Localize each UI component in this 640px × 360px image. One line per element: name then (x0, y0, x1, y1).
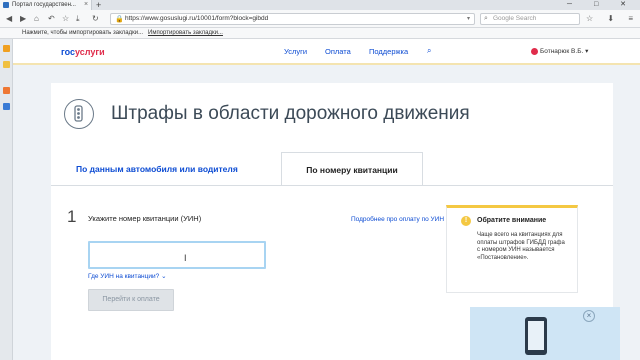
pay-info-link[interactable]: Подробнее про оплату по УИН (351, 215, 444, 225)
warning-icon: ! (461, 216, 471, 226)
tab-by-receipt[interactable]: По номеру квитанции (281, 152, 423, 186)
step-number: 1 (67, 207, 77, 226)
site-search-icon[interactable]: ⌕ (427, 46, 431, 56)
where-uin-link[interactable]: Где УИН на квитанции? ⌄ (88, 272, 167, 282)
nav-services[interactable]: Услуги (284, 47, 307, 57)
address-text: https://www.gosuslugi.ru/10001/form?bloc… (125, 15, 269, 22)
bookmarks-hint: Нажмите, чтобы импортировать закладки... (22, 30, 144, 36)
back-icon[interactable]: ◀ (6, 13, 12, 25)
proceed-payment-button[interactable]: Перейти к оплате (88, 289, 174, 311)
notice-box: ! Обратите внимание Чаще всего на квитан… (446, 205, 578, 293)
phone-icon (525, 317, 547, 355)
search-placeholder: Google Search (493, 15, 537, 22)
social-icon[interactable] (3, 103, 10, 110)
nav-payment[interactable]: Оплата (325, 47, 351, 57)
browser-tab[interactable]: Портал государствен... × (0, 0, 92, 10)
page-title: Штрафы в области дорожного движения (111, 103, 470, 124)
star-icon[interactable]: ☆ (62, 13, 69, 25)
search-icon: ⌕ (484, 15, 488, 22)
user-avatar-icon[interactable] (531, 48, 538, 55)
tab-close-icon[interactable]: × (84, 0, 88, 10)
tabs-divider (51, 185, 613, 186)
nav-support[interactable]: Поддержка (369, 47, 408, 57)
address-bar[interactable]: 🔒 https://www.gosuslugi.ru/10001/form?bl… (110, 13, 475, 25)
browser-sidebar (0, 39, 13, 360)
undo-icon[interactable]: ↶ (48, 13, 55, 25)
lock-icon: 🔒 (115, 16, 124, 23)
window-controls[interactable]: ─ □ ✕ (567, 0, 636, 10)
promo-banner[interactable]: × (470, 307, 620, 360)
new-tab-button[interactable]: + (96, 0, 101, 10)
bookmarks-bar: Нажмите, чтобы импортировать закладки...… (0, 28, 640, 39)
text-cursor-icon: I (184, 253, 187, 263)
forward-icon[interactable]: ▶ (20, 13, 26, 25)
chevron-down-icon[interactable]: ▾ (467, 14, 470, 24)
download-icon[interactable]: ⤓ (76, 13, 80, 25)
site-logo[interactable]: госуслуги (61, 46, 105, 58)
toolbar-icons[interactable]: ☆ ⬇ ≡ (586, 13, 639, 25)
traffic-light-icon (64, 99, 94, 129)
browser-tabbar: Портал государствен... × + ─ □ ✕ (0, 0, 640, 10)
rss-icon[interactable] (3, 87, 10, 94)
uin-label: Укажите номер квитанции (УИН) (88, 214, 202, 223)
user-name[interactable]: Ботнарюк В.Б. ▾ (540, 47, 588, 57)
reload-icon[interactable]: ↻ (92, 13, 99, 25)
search-field[interactable]: ⌕ Google Search (480, 13, 580, 25)
web-page: госуслуги Услуги Оплата Поддержка ⌕ Ботн… (13, 39, 640, 360)
notice-text: Чаще всего на квитанциях для оплаты штра… (477, 232, 565, 261)
site-favicon-icon (3, 2, 9, 8)
notes-panel-icon[interactable] (3, 61, 10, 68)
home-icon[interactable]: ⌂ (34, 13, 39, 25)
browser-toolbar: ◀ ▶ ⌂ ↶ ☆ ⤓ ↻ 🔒 https://www.gosuslugi.ru… (0, 10, 640, 28)
bookmarks-panel-icon[interactable] (3, 45, 10, 52)
tab-title: Портал государствен... (12, 2, 76, 8)
uin-input[interactable] (88, 241, 266, 269)
notice-title: Обратите внимание (477, 217, 547, 224)
chevron-down-icon: ⌄ (161, 273, 167, 280)
import-bookmarks-link[interactable]: Импортировать закладки... (148, 28, 223, 38)
close-icon[interactable]: × (583, 310, 595, 322)
tab-by-vehicle[interactable]: По данным автомобиля или водителя (76, 163, 238, 175)
site-header: госуслуги Услуги Оплата Поддержка ⌕ Ботн… (13, 39, 640, 65)
